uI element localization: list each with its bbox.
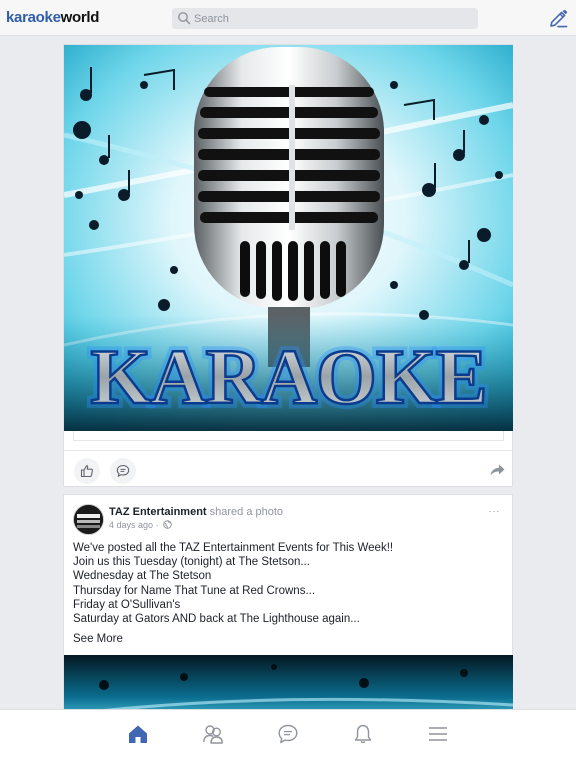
meta-separator: · bbox=[155, 520, 159, 530]
friends-icon[interactable] bbox=[202, 723, 224, 745]
top-bar: karaokeworld bbox=[0, 0, 576, 36]
post-header: TAZ Entertainment shared a photo 4 days … bbox=[73, 504, 503, 536]
photo-caption-area bbox=[73, 431, 504, 441]
comment-bubble-icon bbox=[116, 464, 130, 477]
post-action-text: shared a photo bbox=[209, 506, 284, 518]
post-action-bar bbox=[64, 450, 513, 486]
like-button[interactable] bbox=[74, 458, 100, 484]
post-line: Saturday at Gators AND back at The Light… bbox=[73, 613, 360, 626]
share-arrow-icon[interactable] bbox=[490, 464, 505, 476]
search-input[interactable] bbox=[194, 10, 464, 27]
post-line: Thursday for Name That Tune at Red Crown… bbox=[73, 584, 316, 597]
photo-post-card: KARAOKE KARAOKE bbox=[63, 44, 513, 487]
search-bar[interactable] bbox=[172, 8, 478, 29]
menu-icon[interactable] bbox=[427, 723, 449, 745]
post-author-line: TAZ Entertainment shared a photo bbox=[109, 505, 283, 519]
bell-icon[interactable] bbox=[352, 723, 374, 745]
post-line: Wednesday at The Stetson bbox=[73, 570, 212, 583]
thumbs-up-icon bbox=[80, 465, 93, 478]
logo-text-karaoke: karaoke bbox=[6, 9, 61, 26]
avatar[interactable] bbox=[73, 504, 104, 535]
post-options-icon[interactable]: ··· bbox=[489, 506, 501, 517]
globe-icon bbox=[163, 520, 172, 529]
karaoke-title-text: KARAOKE bbox=[90, 333, 486, 420]
post-line: Join us this Tuesday (tonight) at The St… bbox=[73, 556, 310, 569]
taz-logo-avatar bbox=[74, 505, 103, 534]
post-line: We've posted all the TAZ Entertainment E… bbox=[73, 542, 394, 554]
pencil-edit-icon[interactable] bbox=[549, 9, 568, 28]
karaoke-microphone-photo[interactable]: KARAOKE KARAOKE bbox=[64, 45, 513, 431]
post-timestamp[interactable]: 4 days ago bbox=[109, 520, 153, 530]
karaoke-artwork: KARAOKE KARAOKE bbox=[64, 45, 513, 431]
text-post-card: TAZ Entertainment shared a photo 4 days … bbox=[63, 494, 513, 725]
logo-text-world: world bbox=[60, 9, 100, 26]
home-icon[interactable] bbox=[127, 723, 149, 745]
post-meta: 4 days ago · bbox=[109, 519, 172, 531]
post-text: We've posted all the TAZ Entertainment E… bbox=[73, 541, 503, 626]
see-more-link[interactable]: See More bbox=[73, 633, 123, 645]
post-author-name[interactable]: TAZ Entertainment bbox=[109, 506, 207, 518]
post-line: Friday at O'Sullivan's bbox=[73, 598, 181, 611]
search-icon bbox=[178, 12, 191, 25]
comment-button[interactable] bbox=[110, 458, 136, 484]
messages-icon[interactable] bbox=[277, 723, 299, 745]
app-logo[interactable]: karaokeworld bbox=[6, 9, 99, 27]
bottom-tab-bar bbox=[0, 709, 576, 768]
